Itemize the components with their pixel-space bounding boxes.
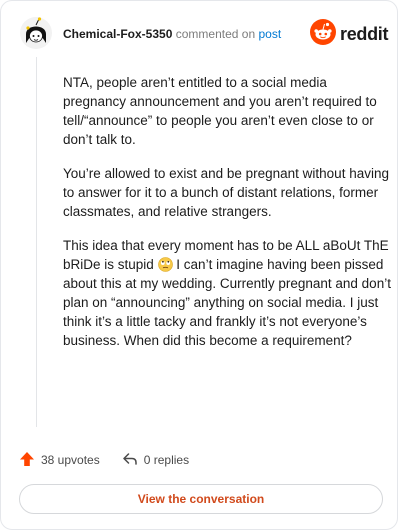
commented-label: commented on: [175, 27, 256, 41]
upvote-count: 38 upvotes: [41, 453, 100, 467]
comment-paragraph: NTA, people aren’t entitled to a social …: [63, 75, 377, 147]
upvote-button[interactable]: 38 upvotes: [19, 451, 100, 470]
reddit-logo[interactable]: reddit: [310, 18, 389, 50]
reply-count: 0 replies: [143, 453, 190, 467]
username[interactable]: Chemical-Fox-5350: [63, 27, 172, 41]
comment-body: NTA, people aren’t entitled to a social …: [63, 73, 391, 365]
reddit-logo-icon: [310, 18, 336, 50]
comment-paragraph: This idea that every moment has to be AL…: [63, 236, 391, 350]
comment-footer: 38 upvotes 0 replies: [19, 448, 211, 472]
reply-arrow-icon: [122, 451, 138, 470]
avatar[interactable]: [20, 17, 52, 49]
rolling-eyes-emoji: [157, 257, 173, 272]
post-link[interactable]: post: [258, 27, 281, 41]
view-conversation-button[interactable]: View the conversation: [19, 484, 383, 514]
comment-paragraph: You’re allowed to exist and be pregnant …: [63, 166, 389, 219]
comment-card: Chemical-Fox-5350 commented on post redd…: [0, 0, 398, 530]
thread-line: [36, 57, 37, 427]
reply-button[interactable]: 0 replies: [122, 451, 189, 470]
reddit-wordmark: reddit: [340, 23, 389, 44]
comment-header: Chemical-Fox-5350 commented on post: [63, 27, 281, 41]
upvote-arrow-icon: [19, 451, 35, 470]
